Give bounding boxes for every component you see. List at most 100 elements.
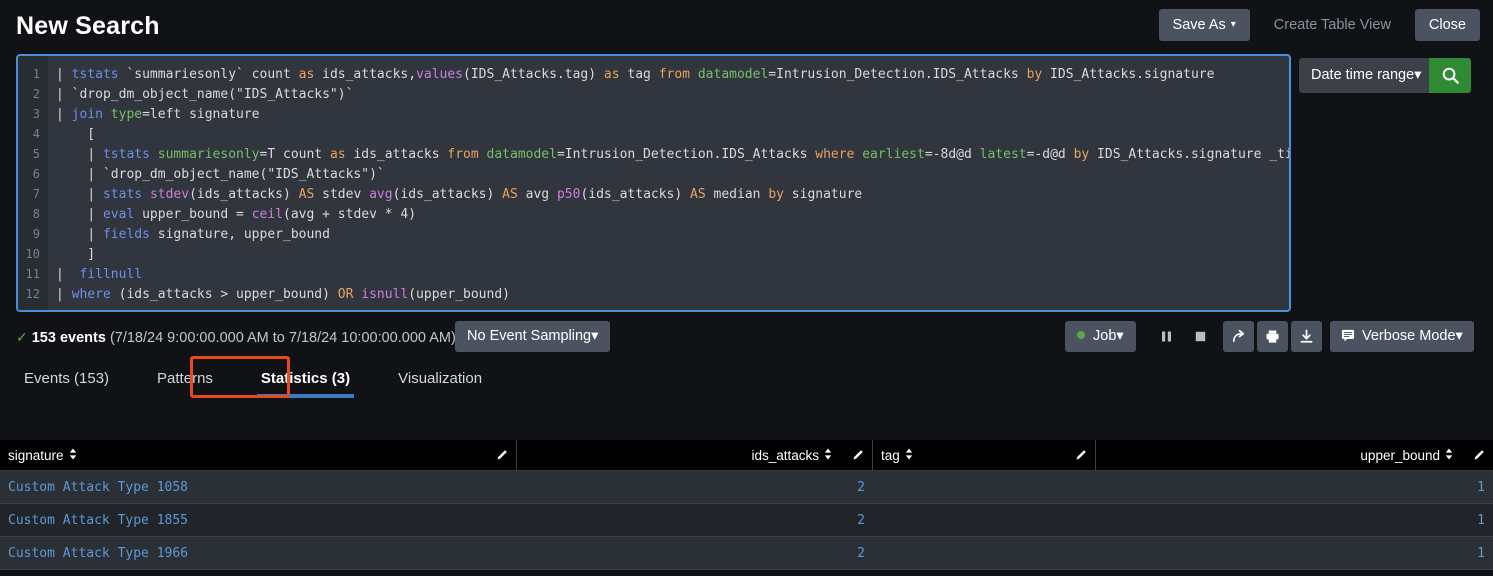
column-ids-attacks-label: ids_attacks: [751, 448, 819, 463]
table-row[interactable]: Custom Attack Type 1058 2 1: [0, 471, 1493, 503]
run-search-button[interactable]: [1429, 58, 1471, 93]
date-range-label: Date time range: [1311, 67, 1415, 83]
query-line-text: ]: [56, 247, 96, 262]
cell-upper_bound[interactable]: 1: [1096, 471, 1493, 503]
chevron-down-icon: ▾: [1414, 67, 1422, 83]
event-time-range: (7/18/24 9:00:00.000 AM to 7/18/24 10:00…: [109, 330, 456, 346]
tab-statistics[interactable]: Statistics (3): [237, 358, 374, 398]
tab-patterns-label: Patterns: [157, 369, 213, 387]
query-line-text: | where (ids_attacks > upper_bound) OR i…: [56, 287, 510, 302]
print-icon: [1266, 330, 1279, 343]
query-line-text: | tstats summariesonly=T count as ids_at…: [87, 147, 1289, 162]
query-line: 3 | join type=left signature: [18, 104, 1289, 124]
cell-upper_bound[interactable]: 1: [1096, 537, 1493, 569]
job-button[interactable]: Job▾: [1065, 321, 1136, 352]
query-line: 7 | stats stdev(ids_attacks) AS stdev av…: [18, 184, 1289, 204]
query-line-text: | tstats `summariesonly` count as ids_at…: [56, 67, 1215, 82]
query-line-text: [: [56, 127, 96, 142]
comment-icon: [1341, 329, 1355, 342]
query-line: 9 | fields signature, upper_bound: [18, 224, 1289, 244]
close-button[interactable]: Close: [1414, 9, 1480, 41]
sort-icon[interactable]: [69, 448, 77, 463]
search-mode-button[interactable]: Verbose Mode▾: [1330, 321, 1474, 352]
download-icon: [1300, 329, 1313, 343]
sort-icon[interactable]: [1445, 448, 1453, 463]
column-ids-attacks[interactable]: ids_attacks: [517, 440, 873, 471]
date-time-range-picker[interactable]: Date time range▾: [1299, 58, 1434, 93]
chevron-down-icon: ▾: [1455, 328, 1463, 344]
query-line-text: | `drop_dm_object_name("IDS_Attacks")`: [87, 167, 385, 182]
event-sampling-button[interactable]: No Event Sampling▾: [455, 321, 611, 352]
query-line-text: | eval upper_bound = ceil(avg + stdev * …: [87, 207, 417, 222]
cell-ids_attacks[interactable]: 2: [517, 537, 873, 569]
query-line: 4 [: [18, 124, 1289, 144]
create-table-view-button[interactable]: Create Table View: [1260, 9, 1405, 41]
title-bar: New Search Save As ▾ Create Table View Clos…: [0, 0, 1493, 52]
query-line-text: | stats stdev(ids_attacks) AS stdev avg(…: [87, 187, 863, 202]
query-line-text: | fillnull: [56, 267, 143, 282]
column-upper-bound-label: upper_bound: [1360, 448, 1440, 463]
line-number: 12: [25, 287, 40, 301]
column-tag-label: tag: [881, 448, 900, 463]
column-signature[interactable]: signature: [0, 440, 517, 471]
query-line-text: | `drop_dm_object_name("IDS_Attacks")`: [56, 87, 354, 102]
close-button-label: Close: [1428, 17, 1466, 33]
column-upper-bound[interactable]: upper_bound: [1096, 440, 1493, 471]
query-line: 10 ]: [18, 244, 1289, 264]
table-row[interactable]: Custom Attack Type 1966 2 1: [0, 537, 1493, 569]
event-sampling-label: No Event Sampling: [467, 328, 592, 344]
job-label: Job: [1093, 328, 1117, 344]
share-icon: [1233, 329, 1245, 342]
tab-patterns[interactable]: Patterns: [133, 358, 237, 398]
save-as-button[interactable]: Save As ▾: [1158, 9, 1250, 41]
create-table-view-button-label: Create Table View: [1273, 17, 1391, 33]
pencil-icon[interactable]: [1065, 448, 1087, 463]
pause-button[interactable]: [1151, 321, 1182, 352]
tab-visualization[interactable]: Visualization: [374, 358, 506, 398]
column-tag[interactable]: tag: [873, 440, 1096, 471]
chevron-down-icon: ▾: [591, 328, 599, 344]
tab-statistics-label: Statistics (3): [260, 369, 351, 387]
query-line: 5 | tstats summariesonly=T count as ids_…: [18, 144, 1289, 164]
cell-signature[interactable]: Custom Attack Type 1058: [0, 471, 517, 503]
cell-signature[interactable]: Custom Attack Type 1966: [0, 537, 517, 569]
query-line-text: | join type=left signature: [56, 107, 260, 122]
event-count: 153 events: [31, 330, 106, 346]
stop-icon: [1195, 331, 1206, 342]
cell-ids_attacks[interactable]: 2: [517, 504, 873, 536]
search-mode-label: Verbose Mode: [1362, 328, 1456, 344]
splunk-search-app: New Search Save As ▾ Create Table View Clos…: [0, 0, 1493, 576]
sort-icon[interactable]: [905, 448, 913, 463]
pencil-icon[interactable]: [842, 448, 864, 463]
statistics-table: signature ids_attacks tag upper_bound Custo…: [0, 440, 1493, 570]
table-row[interactable]: Custom Attack Type 1855 2 1: [0, 504, 1493, 536]
print-button[interactable]: [1257, 321, 1288, 352]
query-line: 2 | `drop_dm_object_name("IDS_Attacks")`: [18, 84, 1289, 104]
export-button[interactable]: [1291, 321, 1322, 352]
header-actions: Save As ▾ Create Table View Close: [1158, 9, 1480, 41]
query-code[interactable]: 1 | tstats `summariesonly` count as ids_a…: [18, 64, 1289, 304]
query-line: 6 | `drop_dm_object_name("IDS_Attacks")`: [18, 164, 1289, 184]
pencil-icon[interactable]: [486, 448, 508, 463]
sort-icon[interactable]: [824, 448, 832, 463]
stop-button[interactable]: [1185, 321, 1216, 352]
query-line: 12 | where (ids_attacks > upper_bound) OR…: [18, 284, 1289, 304]
pencil-icon[interactable]: [1463, 448, 1485, 463]
cell-tag[interactable]: [873, 537, 1096, 569]
share-button[interactable]: [1223, 321, 1254, 352]
cell-upper_bound[interactable]: 1: [1096, 504, 1493, 536]
cell-tag[interactable]: [873, 504, 1096, 536]
line-number: 1: [32, 67, 40, 81]
line-number: 9: [32, 227, 40, 241]
job-status-dot: [1075, 329, 1087, 341]
row-separator: [0, 569, 1493, 570]
line-number: 10: [25, 247, 40, 261]
cell-tag[interactable]: [873, 471, 1096, 503]
cell-signature[interactable]: Custom Attack Type 1855: [0, 504, 517, 536]
query-line: 11 | fillnull: [18, 264, 1289, 284]
tab-events[interactable]: Events (153): [0, 358, 133, 398]
line-number: 3: [32, 107, 40, 121]
cell-ids_attacks[interactable]: 2: [517, 471, 873, 503]
query-line: 8 | eval upper_bound = ceil(avg + stdev …: [18, 204, 1289, 224]
search-query-editor[interactable]: 1 | tstats `summariesonly` count as ids_a…: [16, 54, 1291, 312]
